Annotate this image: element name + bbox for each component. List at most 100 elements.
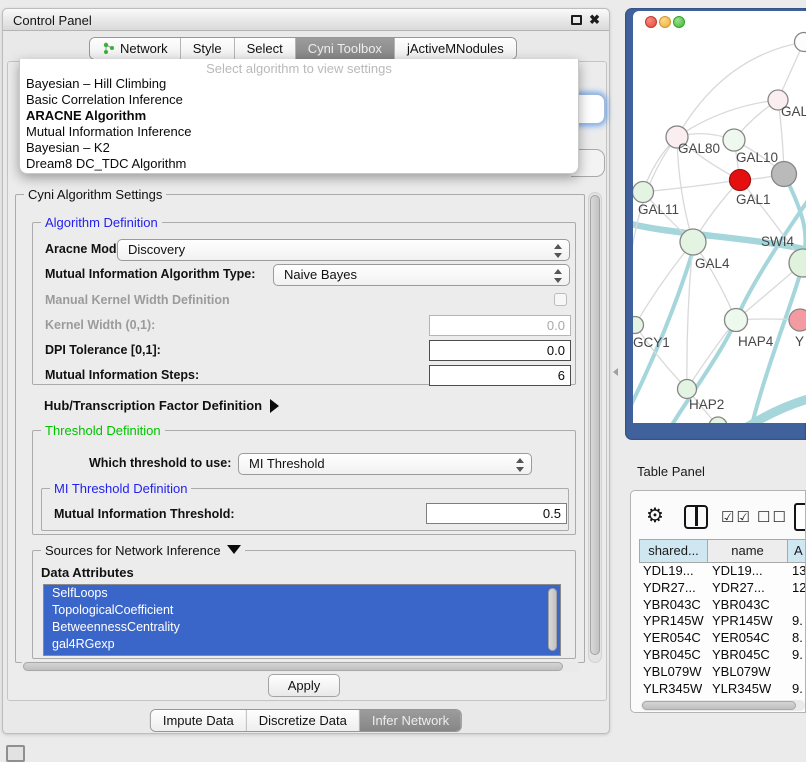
column-header-partial[interactable]: A <box>787 539 806 563</box>
network-node-gal10[interactable] <box>723 129 745 151</box>
float-window-icon[interactable] <box>571 15 582 25</box>
selected-value: MI Threshold <box>249 456 325 471</box>
tab-discretize-data[interactable]: Discretize Data <box>247 710 360 731</box>
table-cell[interactable]: YER054C <box>643 630 701 647</box>
table-row[interactable]: YBR043C YBR043C <box>639 597 806 614</box>
tab-select[interactable]: Select <box>235 38 296 59</box>
split-columns-icon[interactable] <box>684 505 708 529</box>
tab-style[interactable]: Style <box>181 38 235 59</box>
algorithm-option-selected[interactable]: ARACNE Algorithm <box>20 108 578 124</box>
collapse-down-icon[interactable] <box>227 545 241 554</box>
sources-group: Sources for Network Inference Data Attri… <box>32 550 576 659</box>
table-cell[interactable]: YBR045C <box>712 647 770 664</box>
table-cell[interactable]: YPR145W <box>643 613 704 630</box>
network-node-gal1[interactable] <box>730 170 751 191</box>
table-cell[interactable]: YDL19... <box>643 563 694 580</box>
network-canvas[interactable] <box>633 11 806 423</box>
table-row[interactable]: YER054C YER054C 8. <box>639 630 806 647</box>
table-hscrollbar-thumb[interactable] <box>642 701 796 710</box>
column-header-shared-name[interactable]: shared... <box>639 539 708 563</box>
algorithm-option[interactable]: Bayesian – K2 <box>20 140 578 156</box>
table-cell[interactable]: 12 <box>792 580 806 597</box>
deselect-all-checkboxes-icon[interactable]: ☐☐ <box>757 508 788 526</box>
apply-button[interactable]: Apply <box>268 674 340 697</box>
column-header-name[interactable]: name <box>707 539 788 563</box>
table-cell[interactable]: YPR145W <box>712 613 773 630</box>
network-node-y[interactable] <box>789 309 806 331</box>
which-threshold-select[interactable]: MI Threshold <box>238 453 532 475</box>
tab-jactivemnodules[interactable]: jActiveMNodules <box>395 38 516 59</box>
dpi-tolerance-field[interactable]: 0.0 <box>429 340 571 361</box>
table-cell[interactable]: YER054C <box>712 630 770 647</box>
sources-collapser[interactable]: Sources for Network Inference <box>41 543 245 558</box>
table-row[interactable]: YLR345W YLR345W 9. <box>639 681 806 698</box>
attribute-item-selected[interactable]: BetweennessCentrality <box>44 619 560 636</box>
table-hscrollbar[interactable] <box>641 700 805 711</box>
network-node-gal11[interactable] <box>633 182 654 203</box>
table-cell[interactable]: YBL079W <box>643 664 702 681</box>
table-row[interactable]: YDL19... YDL19... 13 <box>639 563 806 580</box>
algorithm-option[interactable]: Dream8 DC_TDC Algorithm <box>20 156 578 172</box>
gear-icon[interactable]: ⚙ <box>646 506 664 526</box>
expand-right-icon[interactable] <box>270 399 279 413</box>
table-cell[interactable]: YBR043C <box>643 597 701 614</box>
table-cell[interactable]: YDR27... <box>712 580 765 597</box>
kernel-width-field[interactable]: 0.0 <box>429 315 571 336</box>
tab-cyni-toolbox[interactable]: Cyni Toolbox <box>296 38 395 59</box>
attribute-item-selected[interactable]: TopologicalCoefficient <box>44 602 560 619</box>
table-cell[interactable]: 9. <box>792 681 803 698</box>
panel-resize-handle[interactable] <box>613 368 618 376</box>
close-icon[interactable]: ✖ <box>589 12 600 28</box>
mi-type-select[interactable]: Naive Bayes <box>273 264 570 286</box>
settings-vscrollbar-thumb[interactable] <box>590 195 600 655</box>
tab-infer-network[interactable]: Infer Network <box>360 710 461 731</box>
network-node[interactable] <box>795 33 806 52</box>
table-cell[interactable]: YBR045C <box>643 647 701 664</box>
tab-network[interactable]: Network <box>90 38 181 59</box>
table-cell[interactable]: 13 <box>792 563 806 580</box>
table-cell[interactable]: 8. <box>792 630 803 647</box>
node-label: GAL <box>781 104 806 119</box>
network-node-gal4[interactable] <box>680 229 706 255</box>
table-cell[interactable]: YLR345W <box>712 681 771 698</box>
manual-kernel-checkbox[interactable] <box>554 293 567 306</box>
control-panel-titlebar[interactable]: Control Panel ✖ <box>3 9 609 31</box>
mi-steps-field[interactable]: 6 <box>429 365 571 386</box>
tab-impute-data[interactable]: Impute Data <box>151 710 247 731</box>
table-cell[interactable]: YBR043C <box>712 597 770 614</box>
collapsed-panel-button[interactable] <box>6 745 25 762</box>
new-table-icon[interactable] <box>794 503 806 531</box>
network-node-gray[interactable] <box>772 162 797 187</box>
table-cell[interactable]: 9. <box>792 647 803 664</box>
table-cell[interactable]: YDL19... <box>712 563 763 580</box>
settings-vscrollbar[interactable] <box>588 192 602 663</box>
table-row[interactable]: YPR145W YPR145W 9. <box>639 613 806 630</box>
table-cell[interactable]: YDR27... <box>643 580 696 597</box>
table-body[interactable]: YDL19... YDL19... 13 YDR27... YDR27... 1… <box>639 563 806 700</box>
table-row[interactable]: YBL079W YBL079W <box>639 664 806 681</box>
network-node-hap4[interactable] <box>725 309 748 332</box>
mi-threshold-field[interactable]: 0.5 <box>426 503 567 524</box>
hub-definition-expander[interactable]: Hub/Transcription Factor Definition <box>44 398 279 413</box>
algorithm-option[interactable]: Bayesian – Hill Climbing <box>20 76 578 92</box>
table-cell[interactable]: YLR345W <box>643 681 702 698</box>
table-cell[interactable]: YBL079W <box>712 664 771 681</box>
network-node-gcy1[interactable] <box>633 317 644 334</box>
attribute-item-selected[interactable]: SelfLoops <box>44 585 560 602</box>
data-attributes-list[interactable]: SelfLoops TopologicalCoefficient Between… <box>43 584 561 656</box>
selected-value: Discovery <box>128 242 185 257</box>
settings-hscrollbar-thumb[interactable] <box>23 662 563 671</box>
aracne-mode-select[interactable]: Discovery <box>117 239 570 261</box>
table-row[interactable]: YBR045C YBR045C 9. <box>639 647 806 664</box>
select-all-checkboxes-icon[interactable]: ☑☑ <box>721 508 752 526</box>
network-view[interactable]: GAL GAL80 GAL10 GAL1 GAL11 SWI4 GAL4 GCY… <box>633 11 806 423</box>
algorithm-option[interactable]: Mutual Information Inference <box>20 124 578 140</box>
list-scrollbar-thumb[interactable] <box>548 588 557 651</box>
algorithm-option[interactable]: Basic Correlation Inference <box>20 92 578 108</box>
settings-hscrollbar[interactable] <box>20 661 580 672</box>
network-node-hap2[interactable] <box>678 380 697 399</box>
table-panel: ⚙ ☑☑ ☐☐ shared... name A YDL19... YDL19.… <box>630 490 806 713</box>
table-cell[interactable]: 9. <box>792 613 803 630</box>
table-row[interactable]: YDR27... YDR27... 12 <box>639 580 806 597</box>
attribute-item-selected[interactable]: gal4RGexp <box>44 636 560 653</box>
